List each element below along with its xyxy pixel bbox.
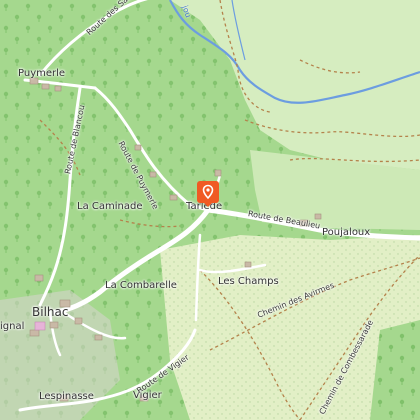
place-label-la-caminade[interactable]: La Caminade bbox=[77, 202, 142, 212]
place-label-les-champs[interactable]: Les Champs bbox=[218, 277, 279, 287]
place-label-puymerle[interactable]: Puymerle bbox=[18, 69, 65, 79]
place-label-signal[interactable]: ignal bbox=[0, 322, 24, 332]
place-label-vigier[interactable]: Vigier bbox=[133, 391, 162, 401]
place-label-bilhac[interactable]: Bilhac bbox=[32, 306, 68, 318]
place-label-lespinasse[interactable]: Lespinasse bbox=[39, 392, 94, 402]
place-label-poujaloux[interactable]: Poujaloux bbox=[322, 228, 370, 238]
map-pin-icon[interactable] bbox=[197, 181, 219, 207]
place-label-la-combarelle[interactable]: La Combarelle bbox=[105, 281, 177, 291]
map-view[interactable]: Puymerle La Caminade Tarlède Poujaloux L… bbox=[0, 0, 420, 420]
